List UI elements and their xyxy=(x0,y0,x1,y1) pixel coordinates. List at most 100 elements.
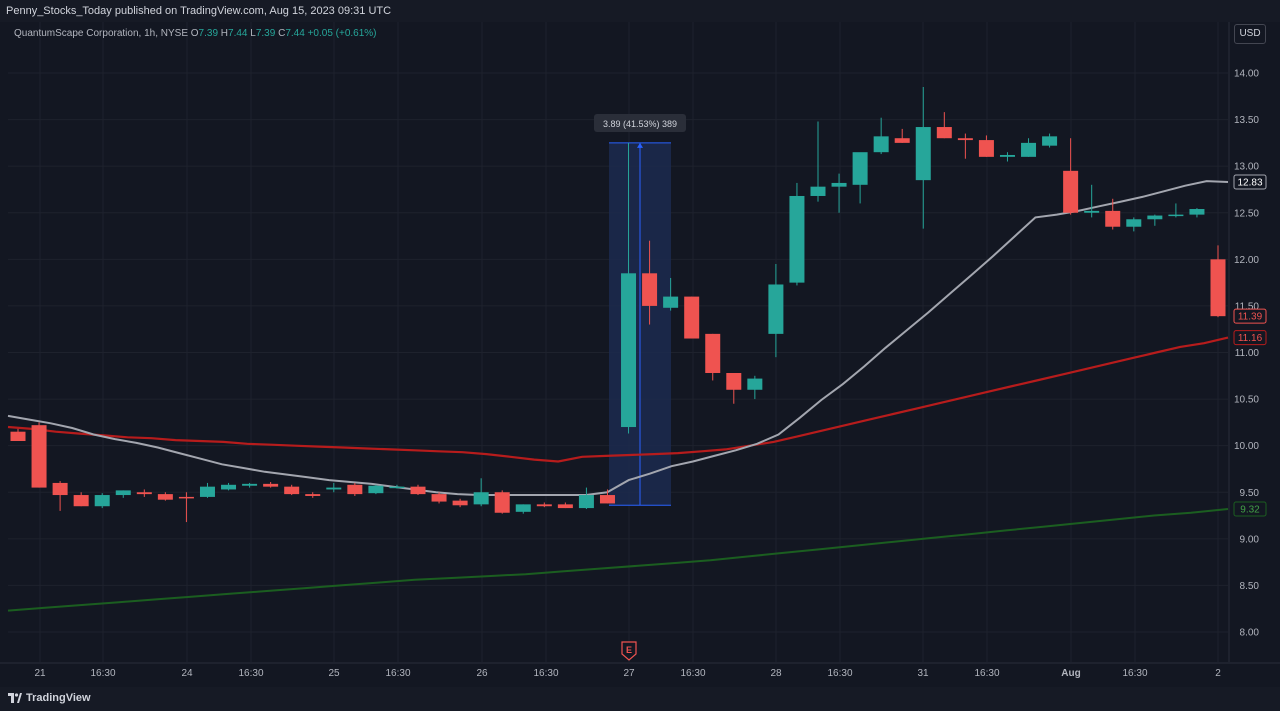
tradingview-logo[interactable]: TradingView xyxy=(8,692,91,704)
candle-body xyxy=(831,182,847,187)
candle-body xyxy=(978,140,994,157)
candle-body xyxy=(789,195,805,283)
candle-body xyxy=(157,494,173,500)
candle-body xyxy=(10,431,26,442)
candle-body xyxy=(263,483,279,487)
time-tick-label: 16:30 xyxy=(385,668,410,679)
candle-body xyxy=(305,494,321,496)
time-tick-label: 26 xyxy=(476,668,488,679)
candle-body xyxy=(326,487,342,490)
price-tick-label: 13.00 xyxy=(1234,162,1259,173)
candle-body xyxy=(94,495,110,507)
publish-bar: Penny_Stocks_Today published on TradingV… xyxy=(0,0,1280,23)
currency-button[interactable]: USD xyxy=(1234,24,1266,44)
ma-green-line xyxy=(7,508,1229,612)
time-tick-label: 16:30 xyxy=(533,668,558,679)
candle-body xyxy=(494,492,510,513)
candle-body xyxy=(1021,142,1037,157)
candle-body xyxy=(873,136,889,153)
price-badge-value: 11.39 xyxy=(1238,312,1263,323)
tradingview-brand: TradingView xyxy=(26,692,91,704)
time-tick-label: 16:30 xyxy=(974,668,999,679)
candle-body xyxy=(557,504,573,509)
change-value: +0.05 (+0.61%) xyxy=(307,28,377,39)
candle-body xyxy=(1168,214,1184,217)
time-tick-label: 25 xyxy=(328,668,340,679)
price-tick-label: 10.50 xyxy=(1234,395,1259,406)
chart-pane[interactable]: 3.89 (41.53%) 389 14.00 13.50 13.00 12.50 12… xyxy=(0,22,1280,687)
price-chart[interactable]: 3.89 (41.53%) 389 14.00 13.50 13.00 12.50 12… xyxy=(0,22,1280,687)
candle-body xyxy=(1147,215,1163,220)
candle-body xyxy=(1042,136,1058,146)
high-value: 7.44 xyxy=(228,28,248,39)
candle-body xyxy=(642,273,658,306)
candle-body xyxy=(1189,209,1205,215)
footer-bar: TradingView xyxy=(0,687,1280,711)
candle-body xyxy=(1210,259,1226,317)
time-tick-label: 27 xyxy=(623,668,635,679)
close-value: 7.44 xyxy=(285,28,305,39)
open-label: O xyxy=(190,28,199,39)
candle-body xyxy=(999,154,1015,157)
measure-tool[interactable]: 3.89 (41.53%) 389 xyxy=(594,114,686,506)
earnings-marker[interactable]: E xyxy=(621,641,637,661)
time-tick-label: 24 xyxy=(181,668,193,679)
candle-body xyxy=(747,378,763,390)
time-tick-label: Aug xyxy=(1061,668,1080,679)
candle-body xyxy=(663,296,679,308)
candle-body xyxy=(473,492,489,505)
candle-body xyxy=(221,484,237,490)
earnings-label: E xyxy=(626,645,632,655)
candle-body xyxy=(199,486,215,497)
candle-body xyxy=(957,138,973,141)
time-tick-label: 28 xyxy=(770,668,782,679)
candle-body xyxy=(599,495,615,504)
time-tick-label: 21 xyxy=(34,668,46,679)
symbol-legend: QuantumScape Corporation, 1h, NYSE O 7.39… xyxy=(14,28,377,39)
high-label: H xyxy=(220,28,229,39)
price-badge-value: 9.32 xyxy=(1240,505,1260,516)
candle-body xyxy=(1063,170,1079,213)
time-tick-label: 16:30 xyxy=(1122,668,1147,679)
candle-body xyxy=(810,186,826,196)
candle-body xyxy=(515,504,531,512)
symbol-name: QuantumScape Corporation, 1h, NYSE xyxy=(14,28,188,39)
candle-body xyxy=(705,333,721,373)
price-tick-label: 12.00 xyxy=(1234,255,1259,266)
candle-body xyxy=(1105,210,1121,227)
candle-body xyxy=(368,485,384,494)
published-info: Penny_Stocks_Today published on TradingV… xyxy=(6,5,392,17)
candle-body xyxy=(1126,219,1142,227)
price-tick-label: 14.00 xyxy=(1234,69,1259,80)
candle-body xyxy=(115,490,131,496)
time-tick-label: 16:30 xyxy=(90,668,115,679)
price-tick-label: 8.50 xyxy=(1240,581,1260,592)
candle-body xyxy=(389,486,405,489)
candle-body xyxy=(1084,210,1100,213)
candle-body xyxy=(621,273,637,428)
price-tick-label: 9.00 xyxy=(1240,534,1260,545)
low-value: 7.39 xyxy=(255,28,276,39)
price-tick-label: 8.00 xyxy=(1240,628,1260,639)
time-tick-label: 16:30 xyxy=(680,668,705,679)
candle-body xyxy=(684,296,700,339)
candle-body xyxy=(726,372,742,390)
tradingview-logo-icon xyxy=(8,693,22,703)
candle-body xyxy=(768,284,784,334)
candle-body xyxy=(242,483,258,486)
price-tick-label: 10.00 xyxy=(1234,441,1259,452)
time-tick-label: 16:30 xyxy=(238,668,263,679)
candle-body xyxy=(915,127,931,181)
candle-body xyxy=(431,494,447,502)
candle-body xyxy=(136,492,152,495)
price-axis[interactable]: 14.0013.5013.0012.5012.0011.5011.0010.50… xyxy=(1233,69,1267,639)
candle-body xyxy=(31,425,47,488)
candle-body xyxy=(852,152,868,185)
candle-body xyxy=(410,486,426,495)
candle-body xyxy=(284,486,300,495)
price-badge-value: 12.83 xyxy=(1237,178,1262,189)
candle-body xyxy=(452,500,468,506)
time-axis[interactable]: 21 16:30 24 16:30 25 16:30 26 16:30 27 16:30 28 16:… xyxy=(34,668,1221,679)
price-tick-label: 11.00 xyxy=(1235,348,1260,359)
candle-body xyxy=(894,138,910,143)
